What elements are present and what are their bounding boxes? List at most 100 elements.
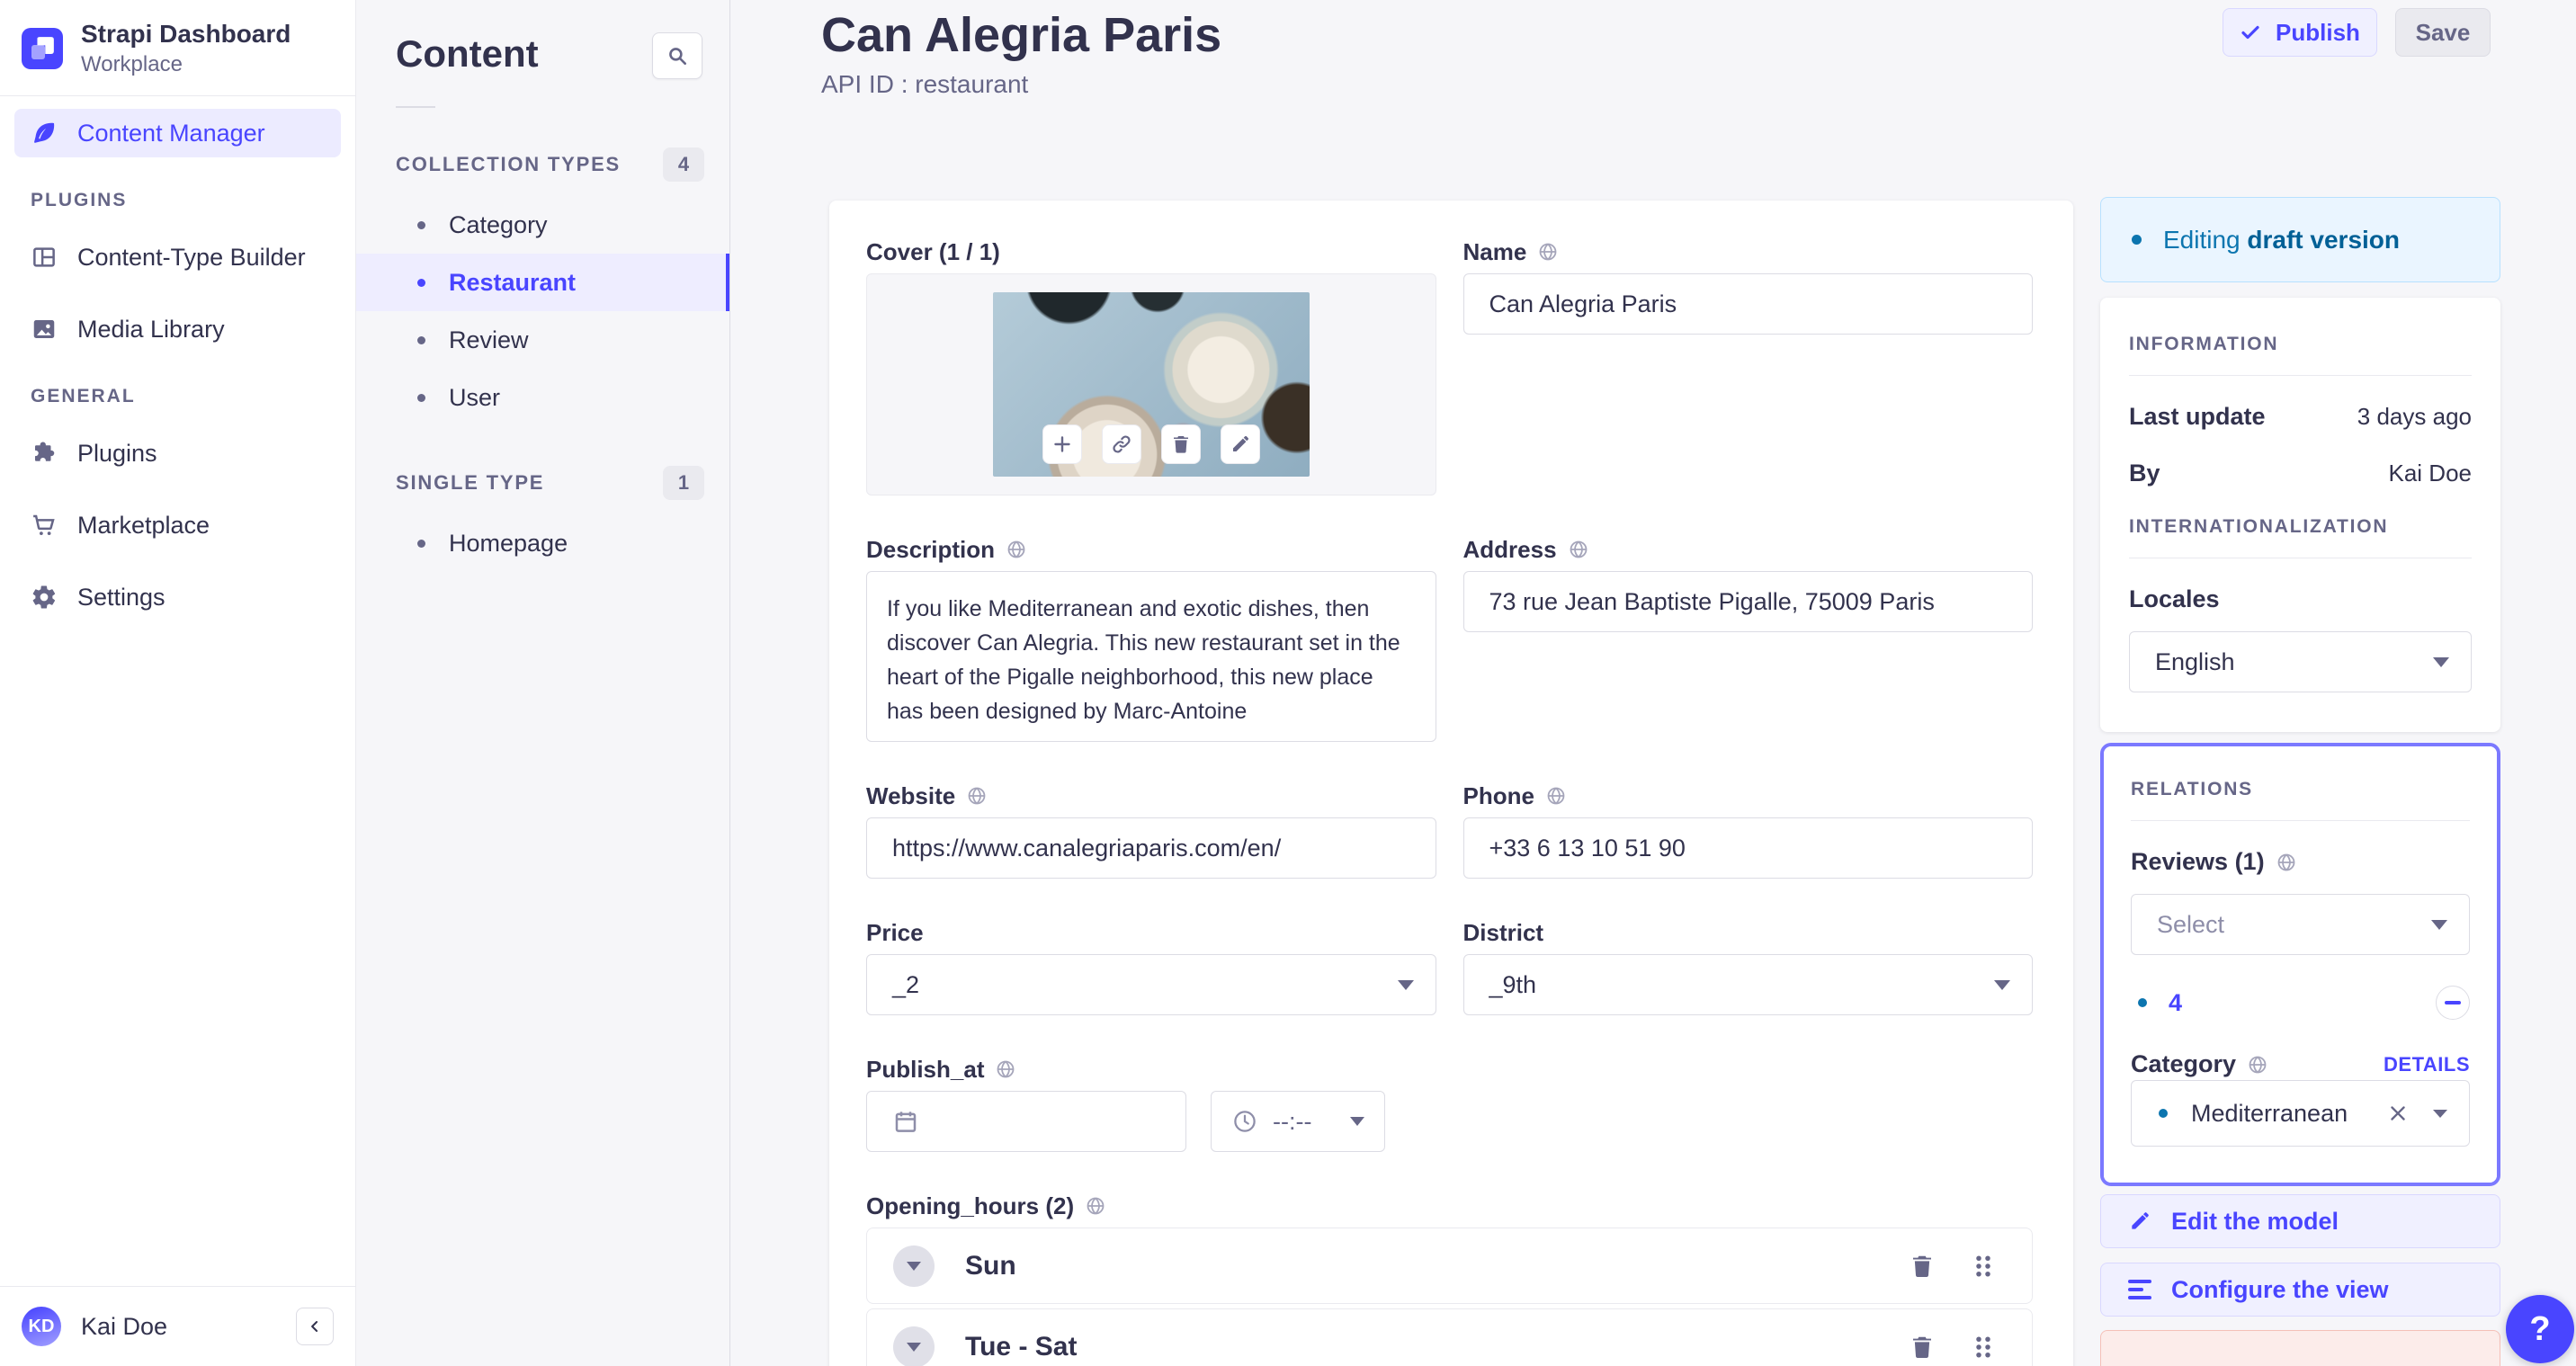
draft-bold: draft version [2247, 225, 2401, 254]
configure-view-button[interactable]: Configure the view [2100, 1263, 2500, 1317]
name-value: Can Alegria Paris [1489, 290, 1677, 317]
list-bars-icon [2128, 1280, 2151, 1299]
trash-icon[interactable] [1909, 1334, 1936, 1361]
relation-link[interactable]: 4 [2169, 989, 2182, 1017]
collection-types-count-badge: 4 [663, 147, 704, 182]
relations-highlight-outline: RELATIONS Reviews (1) Select 4 Category [2100, 743, 2500, 1186]
category-value: Mediterranean [2191, 1099, 2348, 1127]
delete-entry-button[interactable] [2100, 1330, 2500, 1366]
add-media-button[interactable] [1042, 424, 1082, 464]
cover-image [992, 292, 1310, 477]
description-textarea[interactable]: If you like Mediterranean and exotic dis… [866, 571, 1436, 742]
label-text: Description [866, 536, 996, 563]
picture-icon [33, 320, 55, 338]
phone-input[interactable]: +33 6 13 10 51 90 [1462, 817, 2033, 879]
bullet-dot [417, 335, 425, 344]
divider [396, 106, 435, 108]
edit-media-button[interactable] [1220, 424, 1260, 464]
single-type-count-badge: 1 [663, 466, 704, 500]
subnav-item-homepage[interactable]: Homepage [356, 514, 729, 572]
clock-icon [1234, 1111, 1256, 1132]
review-relation-item: 4 [2131, 986, 2470, 1020]
subnav-item-restaurant[interactable]: Restaurant [356, 254, 729, 311]
help-button[interactable]: ? [2506, 1295, 2574, 1363]
address-value: 73 rue Jean Baptiste Pigalle, 75009 Pari… [1489, 587, 1935, 615]
bullet-dot [417, 220, 425, 229]
by-label: By [2129, 460, 2160, 487]
clear-x-icon[interactable] [2386, 1102, 2410, 1125]
right-panel: Editing draft version INFORMATION Last u… [2100, 197, 2500, 1366]
publish-button[interactable]: Publish [2223, 8, 2377, 57]
workspace-label: Workplace [81, 52, 183, 76]
main-sidebar: Strapi Dashboard Workplace Content Manag… [0, 0, 356, 1366]
website-input[interactable]: https://www.canalegriaparis.com/en/ [866, 817, 1436, 879]
sidebar-item-media-library[interactable]: Media Library [14, 305, 341, 353]
opening-hours-field: Opening_hours (2) Sun Tue - Sat [866, 1192, 2033, 1366]
save-button[interactable]: Save [2395, 8, 2491, 57]
website-value: https://www.canalegriaparis.com/en/ [892, 834, 1282, 862]
edit-model-button[interactable]: Edit the model [2100, 1194, 2500, 1248]
subnav-item-category[interactable]: Category [356, 196, 729, 254]
label-text: Opening_hours (2) [866, 1192, 1075, 1219]
collapse-sidebar-button[interactable] [296, 1308, 334, 1345]
label-text: Name [1462, 238, 1527, 265]
chevron-down-icon[interactable] [2433, 1109, 2447, 1118]
last-update-label: Last update [2129, 403, 2266, 430]
configure-view-label: Configure the view [2171, 1275, 2389, 1303]
date-picker-input[interactable] [866, 1091, 1186, 1152]
label-text: Address [1462, 536, 1557, 563]
name-input[interactable]: Can Alegria Paris [1462, 273, 2033, 335]
earth-icon [997, 1060, 1015, 1078]
district-field-label: District [1462, 919, 1544, 946]
price-select[interactable]: _2 [866, 954, 1436, 1015]
sidebar-item-marketplace[interactable]: Marketplace [14, 501, 341, 549]
sidebar-item-settings[interactable]: Settings [14, 573, 341, 621]
category-select[interactable]: Mediterranean [2131, 1080, 2470, 1147]
chevron-down-icon [2433, 657, 2449, 667]
accordion-toggle-button[interactable] [893, 1326, 935, 1366]
locale-select[interactable]: English [2129, 631, 2472, 692]
district-value: _9th [1489, 970, 1537, 998]
information-title: INFORMATION [2129, 334, 2279, 354]
subnav-item-user[interactable]: User [356, 369, 729, 426]
category-label: Category [2131, 1050, 2268, 1078]
sidebar-item-content-type-builder[interactable]: Content-Type Builder [14, 233, 341, 281]
remove-relation-button[interactable] [2436, 986, 2470, 1020]
details-link[interactable]: DETAILS [2384, 1053, 2470, 1076]
sidebar-item-content-manager[interactable]: Content Manager [14, 109, 341, 157]
copy-link-button[interactable] [1101, 424, 1141, 464]
sidebar-item-plugins[interactable]: Plugins [14, 429, 341, 478]
drag-handle-icon[interactable] [1970, 1334, 1997, 1361]
sidebar-item-label: Plugins [77, 439, 157, 467]
address-input[interactable]: 73 rue Jean Baptiste Pigalle, 75009 Pari… [1462, 571, 2033, 632]
chevron-down-icon [1350, 1117, 1364, 1126]
divider [2131, 820, 2470, 821]
information-card: INFORMATION Last update 3 days ago By Ka… [2100, 298, 2500, 732]
bullet-dot [417, 278, 425, 287]
reviews-select[interactable]: Select [2131, 894, 2470, 955]
trash-icon[interactable] [1909, 1253, 1936, 1280]
delete-media-button[interactable] [1160, 424, 1201, 464]
content-subnav: Content COLLECTION TYPES 4 Category Rest… [356, 0, 730, 1366]
subnav-item-label: Review [449, 326, 529, 353]
check-icon [2241, 25, 2259, 40]
district-select[interactable]: _9th [1462, 954, 2033, 1015]
entry-form-card: Cover (1 / 1) Name Can Alegria Paris Des… [829, 201, 2073, 1366]
user-name: Kai Doe [81, 1312, 168, 1340]
accordion-toggle-button[interactable] [893, 1245, 935, 1287]
chevron-down-icon [2431, 920, 2447, 930]
drag-handle-icon[interactable] [1970, 1253, 1997, 1280]
time-picker-input[interactable]: --:-- [1211, 1091, 1385, 1152]
link-icon [1113, 435, 1131, 453]
collection-types-label: COLLECTION TYPES [396, 153, 622, 175]
relations-card: RELATIONS Reviews (1) Select 4 Category [2104, 746, 2497, 1183]
sidebar-item-label: Content-Type Builder [77, 243, 306, 271]
brand: Strapi Dashboard Workplace [0, 0, 355, 95]
avatar: KD [22, 1307, 61, 1346]
subnav-item-review[interactable]: Review [356, 311, 729, 369]
search-button[interactable] [652, 32, 702, 79]
calendar-icon [895, 1112, 917, 1132]
description-field-label: Description [866, 536, 1436, 563]
chevron-down-icon [907, 1342, 921, 1352]
shopping-cart-icon [33, 514, 55, 535]
